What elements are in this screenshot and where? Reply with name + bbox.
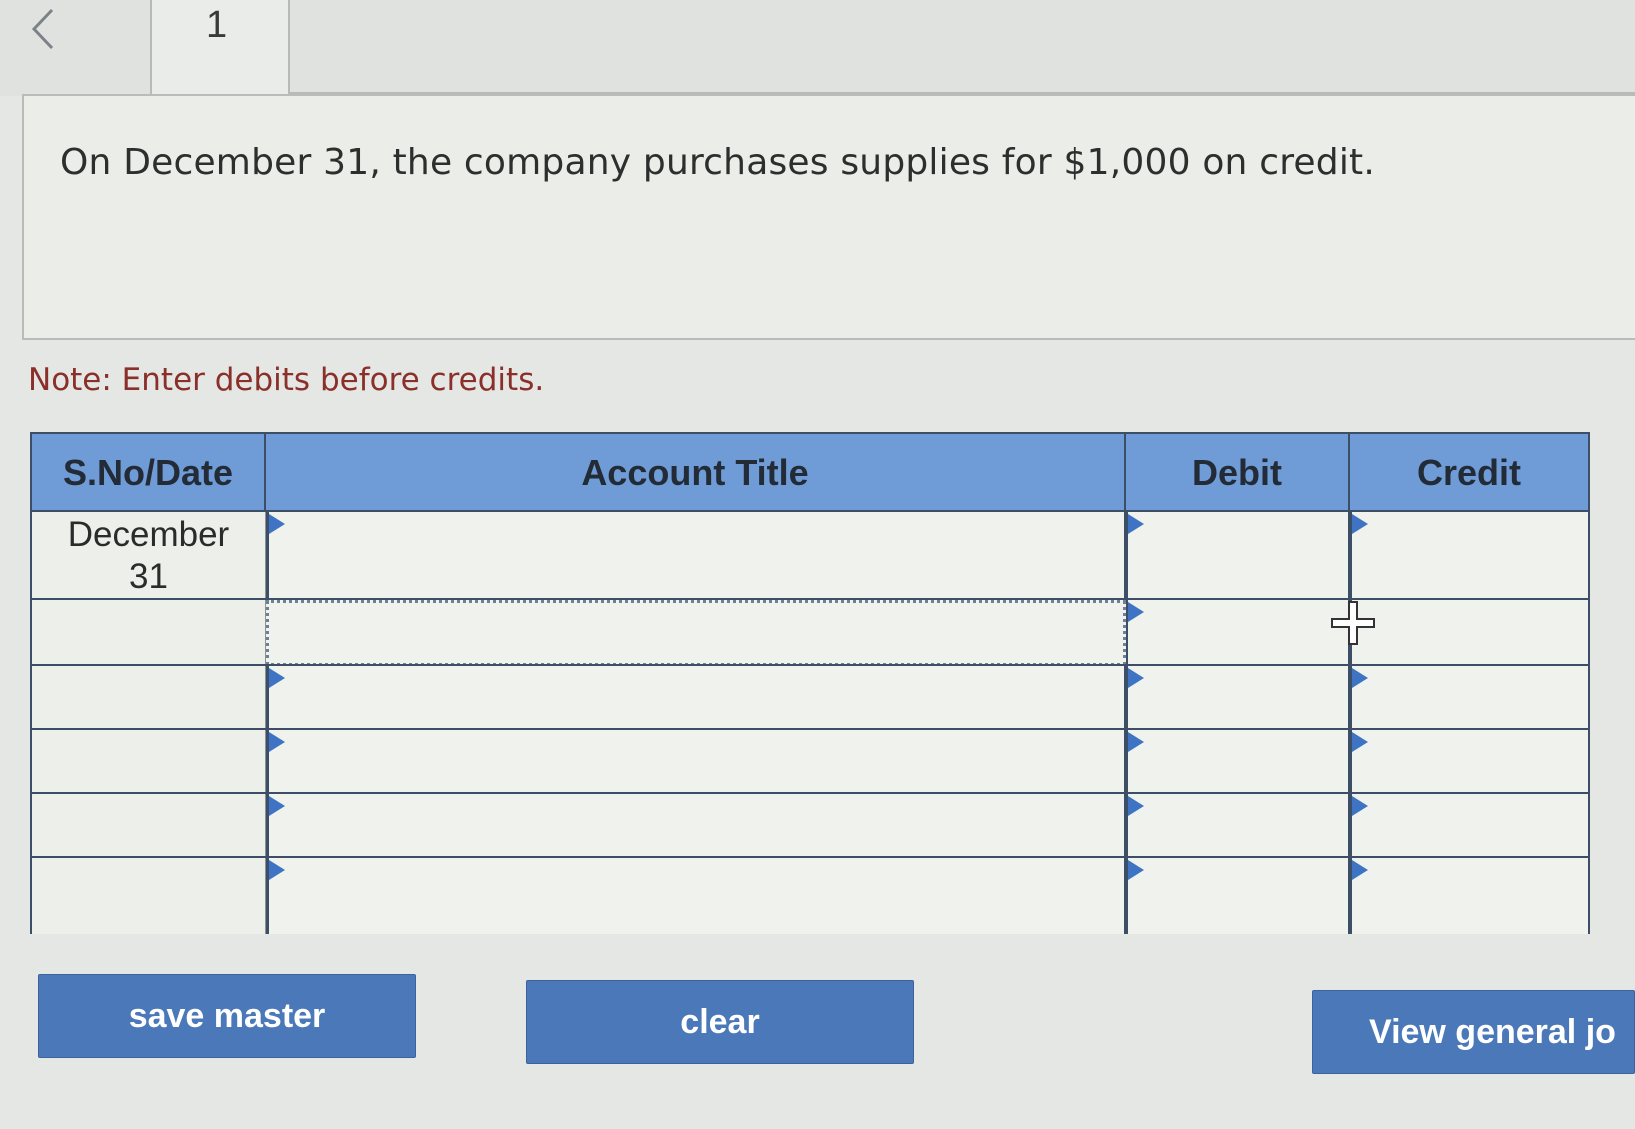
credit-field[interactable] — [1350, 666, 1588, 730]
dropdown-triangle-icon[interactable] — [1128, 668, 1144, 688]
account-title-field[interactable] — [266, 794, 1126, 858]
table-row — [32, 664, 1588, 730]
credit-field[interactable] — [1350, 730, 1588, 794]
clear-button[interactable]: clear — [526, 980, 914, 1064]
account-title-field[interactable] — [266, 512, 1126, 600]
view-general-journal-button[interactable]: View general jo — [1312, 990, 1635, 1074]
table-row — [32, 792, 1588, 858]
table-row: December 31 — [32, 510, 1588, 600]
credit-field[interactable] — [1350, 794, 1588, 858]
debit-field[interactable] — [1126, 794, 1350, 858]
header-debit: Debit — [1126, 434, 1350, 512]
debit-field[interactable] — [1126, 512, 1350, 600]
account-title-field[interactable] — [266, 730, 1126, 794]
dropdown-triangle-icon[interactable] — [1352, 668, 1368, 688]
date-cell: December 31 — [32, 512, 266, 600]
debit-field[interactable] — [1126, 600, 1350, 666]
dropdown-triangle-icon[interactable] — [269, 732, 285, 752]
account-title-field[interactable] — [266, 858, 1126, 934]
dropdown-triangle-icon[interactable] — [269, 796, 285, 816]
dropdown-triangle-icon[interactable] — [269, 860, 285, 880]
dropdown-triangle-icon[interactable] — [1128, 514, 1144, 534]
save-master-button[interactable]: save master — [38, 974, 416, 1058]
table-row — [32, 856, 1588, 934]
move-cursor-icon — [1331, 601, 1375, 645]
credit-field[interactable] — [1350, 600, 1588, 666]
credit-field[interactable] — [1350, 512, 1588, 600]
table-row — [32, 728, 1588, 794]
instruction-note: Note: Enter debits before credits. — [28, 362, 545, 398]
date-cell — [32, 666, 266, 730]
chevron-left-icon[interactable] — [26, 4, 66, 54]
dropdown-triangle-icon[interactable] — [1352, 860, 1368, 880]
date-month: December — [67, 515, 230, 554]
tab-strip: 1 — [0, 0, 1635, 96]
account-title-field[interactable] — [266, 600, 1126, 666]
date-cell — [32, 858, 266, 934]
header-credit: Credit — [1350, 434, 1588, 512]
question-tab-1[interactable]: 1 — [152, 0, 290, 96]
debit-field[interactable] — [1126, 666, 1350, 730]
dropdown-triangle-icon[interactable] — [1128, 796, 1144, 816]
date-cell — [32, 730, 266, 794]
dropdown-triangle-icon[interactable] — [1352, 796, 1368, 816]
date-cell — [32, 600, 266, 666]
journal-entry-table: S.No/Date Account Title Debit Credit Dec… — [30, 432, 1590, 934]
dropdown-triangle-icon[interactable] — [1128, 732, 1144, 752]
tab-strip-fill — [290, 0, 1635, 94]
question-tab-number: 1 — [206, 4, 228, 46]
back-tab[interactable] — [0, 0, 152, 96]
debit-field[interactable] — [1126, 730, 1350, 794]
header-account-title: Account Title — [266, 434, 1126, 512]
header-date: S.No/Date — [32, 434, 266, 512]
debit-field[interactable] — [1126, 858, 1350, 934]
dropdown-triangle-icon[interactable] — [1352, 732, 1368, 752]
date-cell — [32, 794, 266, 858]
credit-field[interactable] — [1350, 858, 1588, 934]
account-title-field[interactable] — [266, 666, 1126, 730]
dropdown-triangle-icon[interactable] — [269, 514, 285, 534]
question-panel: On December 31, the company purchases su… — [22, 94, 1635, 340]
date-day: 31 — [129, 557, 168, 596]
dropdown-triangle-icon[interactable] — [1128, 602, 1144, 622]
question-text: On December 31, the company purchases su… — [60, 142, 1375, 183]
dropdown-triangle-icon[interactable] — [269, 668, 285, 688]
dropdown-triangle-icon[interactable] — [1352, 514, 1368, 534]
dropdown-triangle-icon[interactable] — [1128, 860, 1144, 880]
